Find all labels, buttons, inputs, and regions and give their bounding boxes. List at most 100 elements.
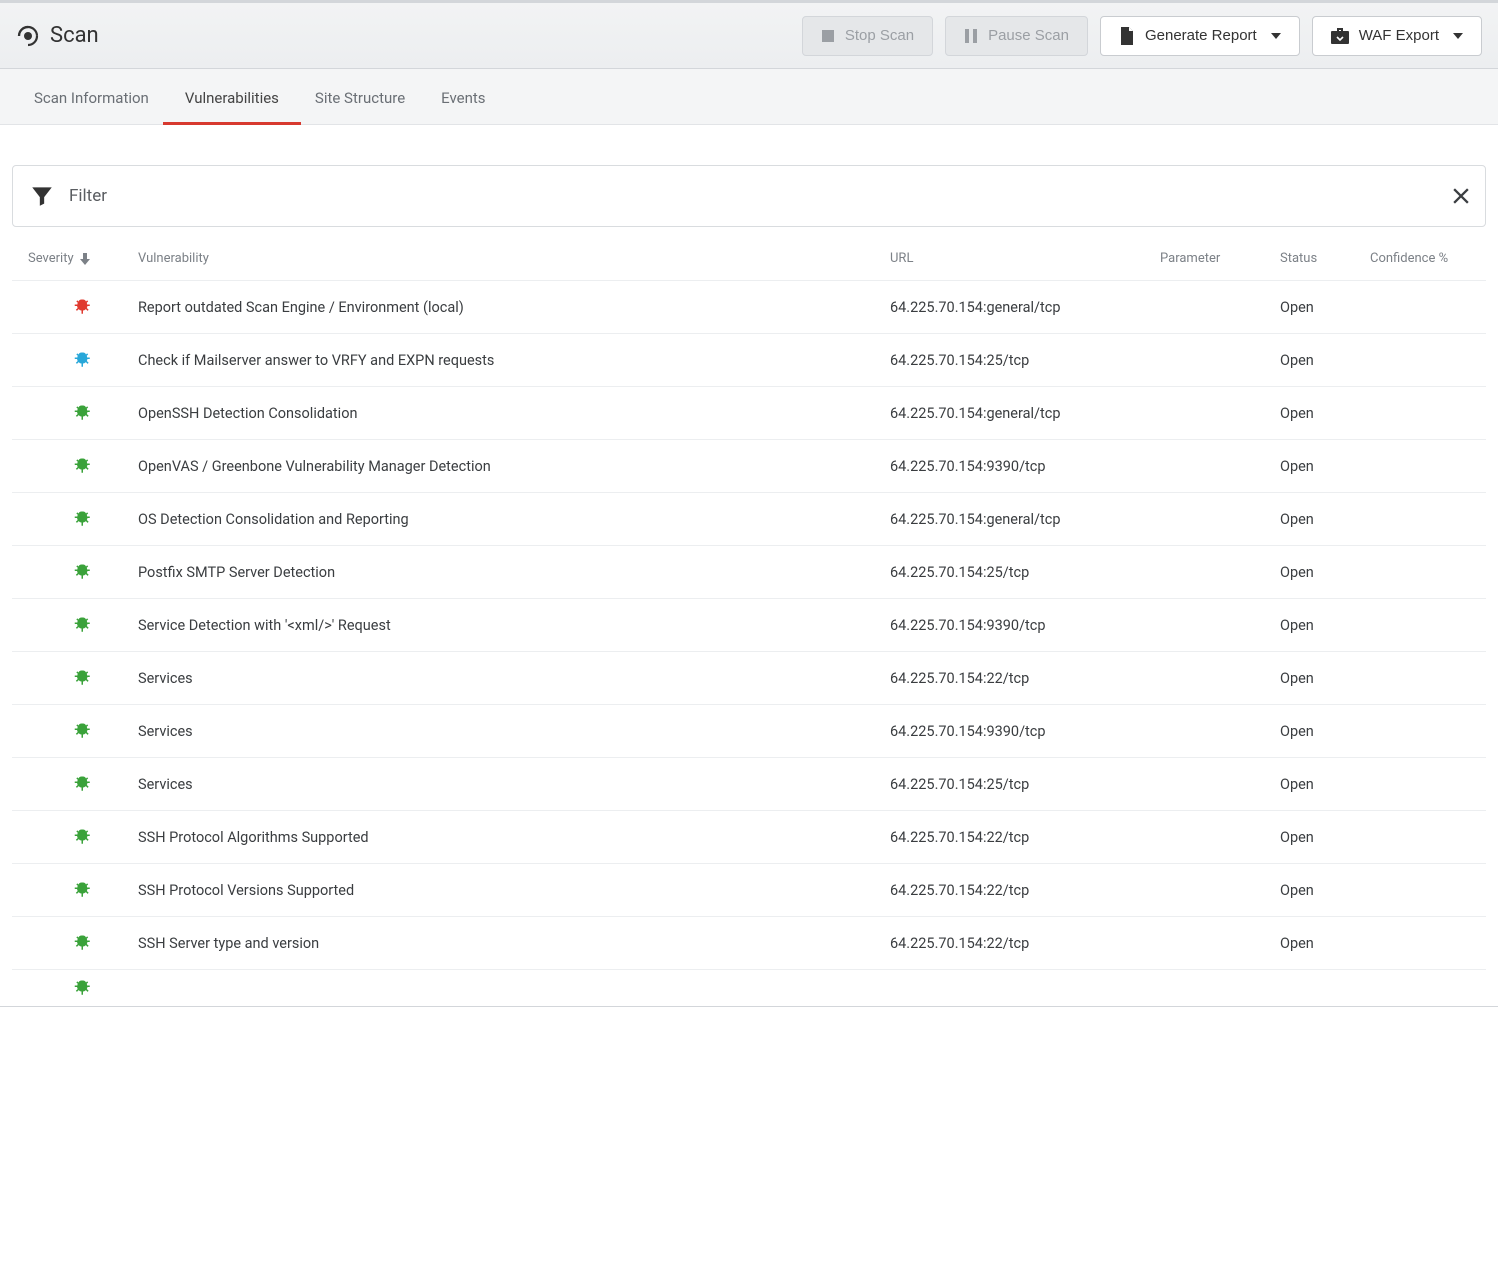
cell-severity bbox=[28, 457, 138, 475]
bug-icon bbox=[74, 775, 92, 793]
bug-icon bbox=[74, 979, 92, 997]
table-row[interactable]: OpenSSH Detection Consolidation 64.225.7… bbox=[12, 387, 1486, 440]
tab-label: Scan Information bbox=[34, 89, 149, 107]
bug-icon bbox=[74, 669, 92, 687]
table-row[interactable]: Services 64.225.70.154:22/tcp Open bbox=[12, 652, 1486, 705]
table-row[interactable]: SSH Protocol Algorithms Supported 64.225… bbox=[12, 811, 1486, 864]
cell-url: 64.225.70.154:general/tcp bbox=[890, 299, 1160, 316]
document-icon bbox=[1119, 27, 1135, 45]
cell-status: Open bbox=[1280, 564, 1370, 581]
cell-severity bbox=[28, 669, 138, 687]
cell-severity bbox=[28, 979, 138, 997]
caret-down-icon bbox=[1271, 33, 1281, 39]
table-row[interactable]: SSH Server type and version 64.225.70.15… bbox=[12, 917, 1486, 970]
cell-url: 64.225.70.154:22/tcp bbox=[890, 882, 1160, 899]
tab-label: Site Structure bbox=[315, 89, 405, 107]
col-vulnerability[interactable]: Vulnerability bbox=[138, 251, 890, 266]
col-confidence[interactable]: Confidence % bbox=[1370, 251, 1470, 266]
bug-icon bbox=[74, 881, 92, 899]
cell-severity bbox=[28, 722, 138, 740]
table-row[interactable]: Postfix SMTP Server Detection 64.225.70.… bbox=[12, 546, 1486, 599]
tab-site-structure[interactable]: Site Structure bbox=[315, 71, 405, 123]
table-row[interactable] bbox=[12, 970, 1486, 1006]
pause-scan-button[interactable]: Pause Scan bbox=[945, 16, 1088, 56]
filter-bar[interactable]: Filter bbox=[12, 165, 1486, 227]
cell-status: Open bbox=[1280, 511, 1370, 528]
stop-icon bbox=[821, 29, 835, 43]
table-row[interactable]: SSH Protocol Versions Supported 64.225.7… bbox=[12, 864, 1486, 917]
cell-url: 64.225.70.154:22/tcp bbox=[890, 829, 1160, 846]
scan-target-icon bbox=[16, 24, 40, 48]
cell-vulnerability: OS Detection Consolidation and Reporting bbox=[138, 511, 890, 528]
cell-vulnerability: Check if Mailserver answer to VRFY and E… bbox=[138, 352, 890, 369]
tab-label: Events bbox=[441, 89, 485, 107]
table-row[interactable]: Service Detection with '<xml/>' Request … bbox=[12, 599, 1486, 652]
cell-vulnerability: Report outdated Scan Engine / Environmen… bbox=[138, 299, 890, 316]
toolbar: Scan Stop Scan Pause Scan Generate Repor… bbox=[0, 3, 1498, 69]
col-status[interactable]: Status bbox=[1280, 251, 1370, 266]
cell-status: Open bbox=[1280, 617, 1370, 634]
filter-placeholder: Filter bbox=[69, 186, 107, 206]
bug-icon bbox=[74, 616, 92, 634]
close-icon[interactable] bbox=[1453, 188, 1469, 204]
generate-report-label: Generate Report bbox=[1145, 27, 1257, 44]
waf-export-label: WAF Export bbox=[1359, 27, 1439, 44]
bug-icon bbox=[74, 457, 92, 475]
cell-severity bbox=[28, 351, 138, 369]
cell-severity bbox=[28, 563, 138, 581]
bug-icon bbox=[74, 934, 92, 952]
tab-scan-information[interactable]: Scan Information bbox=[34, 71, 149, 123]
cell-severity bbox=[28, 934, 138, 952]
briefcase-icon bbox=[1331, 28, 1349, 44]
tab-events[interactable]: Events bbox=[441, 71, 485, 123]
table-row[interactable]: Services 64.225.70.154:9390/tcp Open bbox=[12, 705, 1486, 758]
cell-url: 64.225.70.154:general/tcp bbox=[890, 511, 1160, 528]
bug-icon bbox=[74, 298, 92, 316]
bug-icon bbox=[74, 722, 92, 740]
table-row[interactable]: Check if Mailserver answer to VRFY and E… bbox=[12, 334, 1486, 387]
col-url[interactable]: URL bbox=[890, 251, 1160, 266]
cell-vulnerability: OpenSSH Detection Consolidation bbox=[138, 405, 890, 422]
cell-vulnerability: OpenVAS / Greenbone Vulnerability Manage… bbox=[138, 458, 890, 475]
cell-severity bbox=[28, 404, 138, 422]
cell-vulnerability: SSH Protocol Versions Supported bbox=[138, 882, 890, 899]
cell-url: 64.225.70.154:25/tcp bbox=[890, 564, 1160, 581]
cell-severity bbox=[28, 510, 138, 528]
cell-url: 64.225.70.154:22/tcp bbox=[890, 935, 1160, 952]
col-parameter[interactable]: Parameter bbox=[1160, 251, 1280, 266]
cell-severity bbox=[28, 881, 138, 899]
tab-bar: Scan Information Vulnerabilities Site St… bbox=[0, 69, 1498, 125]
tab-vulnerabilities[interactable]: Vulnerabilities bbox=[185, 71, 279, 123]
generate-report-button[interactable]: Generate Report bbox=[1100, 16, 1300, 56]
sort-desc-icon bbox=[80, 253, 90, 265]
cell-severity bbox=[28, 828, 138, 846]
cell-url: 64.225.70.154:25/tcp bbox=[890, 352, 1160, 369]
col-severity[interactable]: Severity bbox=[28, 251, 138, 266]
table-row[interactable]: OpenVAS / Greenbone Vulnerability Manage… bbox=[12, 440, 1486, 493]
pause-scan-label: Pause Scan bbox=[988, 27, 1069, 44]
stop-scan-button[interactable]: Stop Scan bbox=[802, 16, 933, 56]
cell-status: Open bbox=[1280, 935, 1370, 952]
cell-severity bbox=[28, 775, 138, 793]
cell-url: 64.225.70.154:general/tcp bbox=[890, 405, 1160, 422]
page-title-text: Scan bbox=[50, 23, 99, 48]
stop-scan-label: Stop Scan bbox=[845, 27, 914, 44]
tab-label: Vulnerabilities bbox=[185, 89, 279, 107]
bug-icon bbox=[74, 563, 92, 581]
table-row[interactable]: Services 64.225.70.154:25/tcp Open bbox=[12, 758, 1486, 811]
cell-severity bbox=[28, 298, 138, 316]
caret-down-icon bbox=[1453, 33, 1463, 39]
cell-status: Open bbox=[1280, 405, 1370, 422]
table-row[interactable]: Report outdated Scan Engine / Environmen… bbox=[12, 281, 1486, 334]
app-frame: Scan Stop Scan Pause Scan Generate Repor… bbox=[0, 0, 1498, 1007]
table-header: Severity Vulnerability URL Parameter Sta… bbox=[12, 227, 1486, 280]
cell-status: Open bbox=[1280, 670, 1370, 687]
cell-status: Open bbox=[1280, 299, 1370, 316]
cell-severity bbox=[28, 616, 138, 634]
bug-icon bbox=[74, 828, 92, 846]
content-area: Filter Severity Vulnerability URL Parame… bbox=[0, 125, 1498, 1006]
cell-url: 64.225.70.154:9390/tcp bbox=[890, 617, 1160, 634]
bug-icon bbox=[74, 510, 92, 528]
waf-export-button[interactable]: WAF Export bbox=[1312, 16, 1482, 56]
table-row[interactable]: OS Detection Consolidation and Reporting… bbox=[12, 493, 1486, 546]
